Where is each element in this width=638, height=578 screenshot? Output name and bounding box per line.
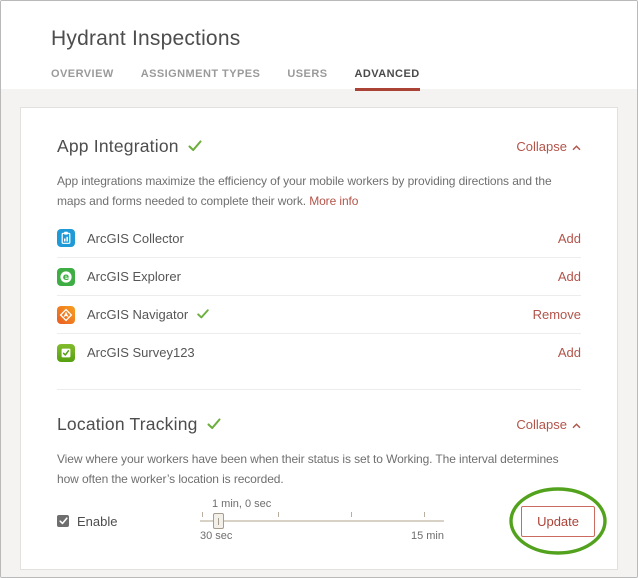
section-title: App Integration	[57, 136, 179, 157]
chevron-up-icon	[572, 139, 581, 154]
tab-overview[interactable]: OVERVIEW	[51, 68, 114, 91]
enable-checkbox-row[interactable]: Enable	[57, 514, 145, 529]
arcgis-survey123-icon	[57, 344, 75, 362]
app-row-survey123: ArcGIS Survey123 Add	[57, 333, 581, 371]
update-button-area: Update	[521, 506, 595, 537]
app-name: ArcGIS Explorer	[87, 269, 181, 284]
arcgis-navigator-icon	[57, 306, 75, 324]
enable-label: Enable	[77, 514, 117, 529]
slider-value-label: 1 min, 0 sec	[212, 498, 271, 510]
slider-tick	[424, 512, 425, 517]
add-arcgis-collector-link[interactable]: Add	[558, 231, 581, 246]
workforce-project-page: Hydrant Inspections OVERVIEW ASSIGNMENT …	[0, 0, 638, 578]
slider-handle[interactable]	[213, 513, 224, 529]
tracking-controls-row: Enable 1 min, 0 sec 30 sec 15 min	[57, 497, 581, 545]
slider-tick	[202, 512, 203, 517]
section-description: App integrations maximize the efficiency…	[57, 171, 581, 211]
tab-assignment-types[interactable]: ASSIGNMENT TYPES	[141, 68, 261, 91]
slider-tick	[351, 512, 352, 517]
check-icon	[188, 139, 202, 157]
add-arcgis-explorer-link[interactable]: Add	[558, 269, 581, 284]
arcgis-collector-icon	[57, 229, 75, 247]
app-name: ArcGIS Collector	[87, 231, 184, 246]
slider-max-label: 15 min	[411, 530, 444, 542]
app-name: ArcGIS Navigator	[87, 307, 188, 322]
page-title: Hydrant Inspections	[51, 27, 637, 51]
svg-text:e: e	[63, 272, 69, 283]
check-icon	[197, 306, 209, 324]
advanced-settings-card: App Integration Collapse App integration…	[20, 107, 618, 570]
app-integration-section: App Integration Collapse App integration…	[57, 136, 581, 371]
remove-arcgis-navigator-link[interactable]: Remove	[533, 307, 581, 322]
location-tracking-section: Location Tracking Collapse View where yo…	[57, 414, 581, 545]
section-title: Location Tracking	[57, 414, 198, 435]
slider-min-label: 30 sec	[200, 530, 232, 542]
page-header: Hydrant Inspections OVERVIEW ASSIGNMENT …	[1, 1, 637, 89]
tab-advanced[interactable]: ADVANCED	[355, 68, 420, 91]
collapse-app-integration-link[interactable]: Collapse	[516, 139, 581, 154]
app-row-explorer: e ArcGIS Explorer Add	[57, 257, 581, 295]
app-list: ArcGIS Collector Add e ArcGIS Explorer A…	[57, 219, 581, 371]
more-info-link[interactable]: More info	[309, 194, 358, 208]
collapse-location-tracking-link[interactable]: Collapse	[516, 417, 581, 432]
tab-bar: OVERVIEW ASSIGNMENT TYPES USERS ADVANCED	[51, 68, 637, 91]
check-icon	[207, 417, 221, 435]
enable-checkbox[interactable]	[57, 515, 69, 527]
slider-track[interactable]	[200, 520, 444, 522]
app-row-navigator: ArcGIS Navigator Remove	[57, 295, 581, 333]
app-row-collector: ArcGIS Collector Add	[57, 219, 581, 257]
collapse-label: Collapse	[516, 417, 567, 432]
collapse-label: Collapse	[516, 139, 567, 154]
update-button[interactable]: Update	[521, 506, 595, 537]
tab-users[interactable]: USERS	[287, 68, 327, 91]
page-body: App Integration Collapse App integration…	[1, 89, 637, 578]
slider-tick	[278, 512, 279, 517]
chevron-up-icon	[572, 417, 581, 432]
description-text: App integrations maximize the efficiency…	[57, 174, 552, 208]
add-arcgis-survey123-link[interactable]: Add	[558, 345, 581, 360]
app-name: ArcGIS Survey123	[87, 345, 195, 360]
section-divider	[57, 389, 581, 390]
section-description: View where your workers have been when t…	[57, 449, 581, 489]
interval-slider[interactable]: 1 min, 0 sec 30 sec 15 min	[200, 498, 444, 544]
arcgis-explorer-icon: e	[57, 268, 75, 286]
